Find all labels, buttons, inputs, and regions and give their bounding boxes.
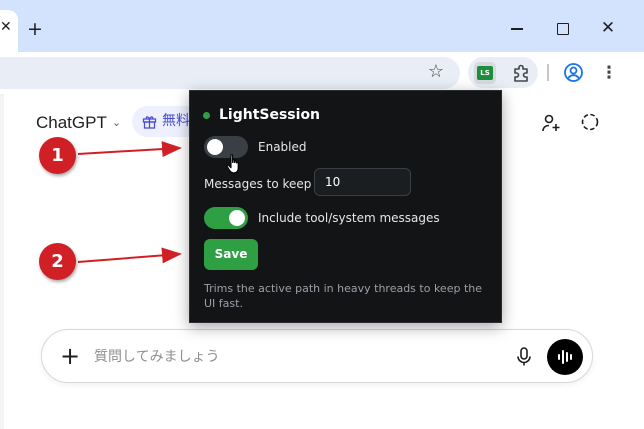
new-tab-button[interactable]: +	[26, 20, 44, 39]
prompt-input[interactable]	[94, 346, 494, 368]
hand-cursor-icon	[226, 154, 239, 174]
lightsession-popup: LightSession Enabled Messages to keep In…	[189, 90, 502, 323]
browser-menu-icon[interactable]: ⋮	[600, 62, 618, 84]
gift-icon	[142, 116, 157, 129]
address-bar[interactable]	[0, 57, 460, 89]
chevron-down-icon: ⌄	[111, 117, 122, 129]
temporary-chat-icon[interactable]	[580, 112, 600, 132]
voice-mode-button[interactable]	[547, 339, 583, 375]
minimize-button[interactable]	[508, 18, 528, 38]
enabled-label: Enabled	[258, 140, 307, 154]
annotation-arrow-1	[77, 141, 182, 158]
extension-badge-text: LS	[477, 66, 493, 80]
profile-icon[interactable]	[563, 62, 584, 83]
save-button[interactable]: Save	[204, 239, 258, 270]
add-user-icon[interactable]	[540, 112, 562, 134]
annotation-badge-2: 2	[39, 243, 76, 280]
toolbar-separator	[547, 64, 549, 81]
help-text: Trims the active path in heavy threads t…	[204, 282, 482, 310]
window-close-button[interactable]: ✕	[598, 18, 618, 38]
popup-title: LightSession	[219, 107, 321, 123]
toggle-knob	[229, 210, 245, 226]
tab-strip	[0, 0, 644, 52]
include-system-messages-label: Include tool/system messages	[258, 211, 440, 225]
annotation-badge-1: 1	[39, 137, 76, 174]
maximize-button[interactable]	[553, 18, 573, 38]
promo-label: 無料	[162, 113, 190, 129]
page-gutter	[0, 94, 4, 429]
model-name: ChatGPT	[36, 113, 107, 132]
annotation-arrow-2	[77, 247, 182, 264]
messages-to-keep-label: Messages to keep	[204, 177, 312, 191]
lightsession-extension-icon[interactable]: LS	[474, 62, 496, 84]
voice-waveform-icon	[558, 350, 572, 364]
tab-close-icon[interactable]: ✕	[0, 20, 12, 34]
toggle-knob	[207, 139, 223, 155]
microphone-icon[interactable]	[515, 346, 533, 368]
status-dot	[203, 112, 210, 119]
model-selector[interactable]: ChatGPT ⌄	[36, 112, 121, 134]
chat-composer: +	[41, 329, 593, 383]
attach-plus-button[interactable]: +	[60, 344, 80, 368]
messages-to-keep-input[interactable]	[314, 168, 411, 196]
include-system-messages-toggle[interactable]	[204, 207, 248, 229]
extensions-puzzle-icon[interactable]	[512, 63, 532, 83]
bookmark-star-icon[interactable]: ☆	[425, 61, 447, 83]
